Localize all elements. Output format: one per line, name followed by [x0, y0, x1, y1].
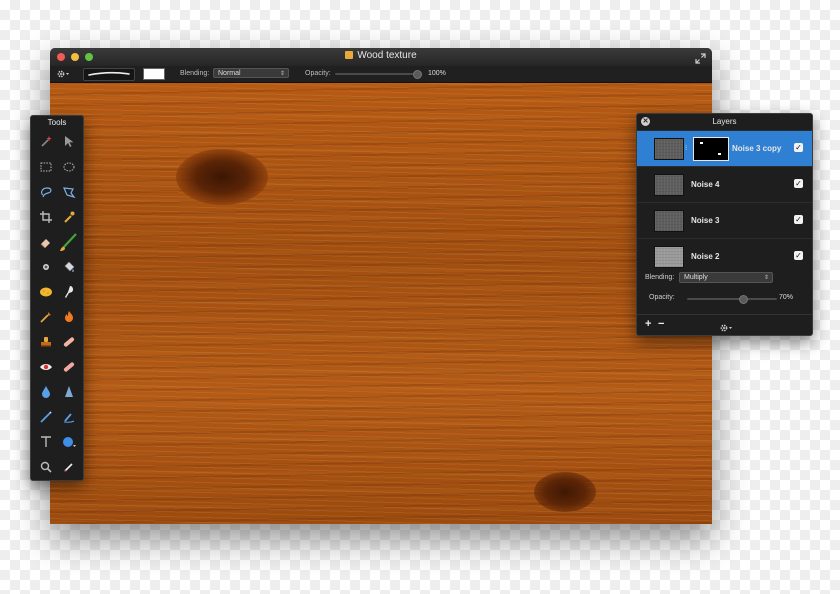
brush-preview[interactable]: [83, 68, 135, 81]
layer-opacity-knob[interactable]: [739, 295, 748, 304]
add-layer-button[interactable]: +: [645, 318, 651, 330]
blending-select-value: Normal: [218, 70, 241, 77]
blending-label: Blending:: [180, 70, 210, 77]
layer-blending-label: Blending:: [645, 274, 675, 281]
layer-name: Noise 2: [691, 252, 720, 261]
eraser-icon[interactable]: [34, 229, 57, 254]
layers-panel-header[interactable]: ✕ Layers: [637, 114, 812, 130]
gear-icon[interactable]: [56, 69, 70, 81]
opacity-slider-knob[interactable]: [413, 70, 422, 79]
freeform-pen-icon[interactable]: [57, 404, 80, 429]
opacity-slider[interactable]: [335, 70, 422, 79]
healing-bandage-icon[interactable]: [57, 329, 80, 354]
opacity-label: Opacity:: [305, 70, 331, 77]
layers-panel-title: Layers: [712, 117, 737, 126]
ellipse-select-icon[interactable]: [57, 154, 80, 179]
mask-mark: [700, 142, 703, 144]
visibility-checkbox[interactable]: ✓: [794, 251, 803, 260]
layer-opacity-value: 70%: [778, 294, 793, 301]
flame-icon[interactable]: [57, 304, 80, 329]
crop-icon[interactable]: [34, 204, 57, 229]
paint-bucket-icon[interactable]: [57, 254, 80, 279]
sharpen-icon[interactable]: [34, 254, 57, 279]
layer-thumbnail: [654, 138, 684, 160]
title-bar[interactable]: Wood texture: [50, 48, 712, 66]
opacity-value: 100%: [428, 70, 446, 77]
visibility-checkbox[interactable]: ✓: [794, 215, 803, 224]
layer-thumbnail: [654, 174, 684, 196]
tool-grid: [34, 129, 80, 479]
layer-row[interactable]: Noise 4 ✓: [637, 166, 812, 202]
layer-row[interactable]: ⁝ Noise 3 copy ✓: [637, 130, 812, 166]
layer-opacity-slider[interactable]: [687, 295, 777, 304]
select-arrows-icon: ⇕: [763, 275, 769, 281]
layers-footer: + −: [637, 314, 812, 335]
red-eye-icon[interactable]: [34, 354, 57, 379]
layer-thumbnail: [654, 246, 684, 268]
options-toolbar: Blending: Normal ⇕ Opacity: 100%: [50, 66, 712, 83]
layer-row[interactable]: Noise 3 ✓: [637, 202, 812, 238]
select-arrows-icon: ⇕: [279, 71, 285, 77]
polygon-lasso-icon[interactable]: [57, 179, 80, 204]
lasso-icon[interactable]: [34, 179, 57, 204]
sponge-icon[interactable]: [34, 279, 57, 304]
visibility-checkbox[interactable]: ✓: [794, 143, 803, 152]
rect-select-icon[interactable]: [34, 154, 57, 179]
remove-layer-button[interactable]: −: [658, 318, 664, 330]
zoom-icon[interactable]: [34, 454, 57, 479]
window-title: Wood texture: [50, 50, 712, 61]
chain-link-icon: ⁝: [685, 145, 688, 152]
image-canvas[interactable]: [50, 83, 712, 524]
layer-row[interactable]: Noise 2 ✓: [637, 238, 812, 274]
soft-eraser-icon[interactable]: [57, 354, 80, 379]
sharpen-cone-icon[interactable]: [57, 379, 80, 404]
layer-blending-value: Multiply: [684, 274, 708, 281]
document-icon: [345, 51, 354, 59]
color-swatch[interactable]: [143, 68, 165, 80]
gear-icon[interactable]: [719, 320, 733, 338]
paintbrush-icon[interactable]: [57, 229, 80, 254]
layer-name: Noise 4: [691, 180, 720, 189]
eyedropper-icon[interactable]: [57, 204, 80, 229]
wood-knot: [534, 472, 596, 512]
layer-blending-select[interactable]: Multiply ⇕: [679, 272, 773, 283]
blending-select[interactable]: Normal ⇕: [213, 68, 289, 78]
mask-mark: [718, 153, 721, 155]
layer-name: Noise 3 copy: [732, 144, 782, 153]
shape-tool-icon[interactable]: [57, 429, 80, 454]
tools-palette-title: Tools: [47, 118, 67, 127]
move-arrow-icon[interactable]: [57, 129, 80, 154]
visibility-checkbox[interactable]: ✓: [794, 179, 803, 188]
color-picker-brush-icon[interactable]: [57, 454, 80, 479]
layer-mask-thumbnail[interactable]: [693, 137, 729, 161]
layer-name: Noise 3: [691, 216, 720, 225]
pen-icon[interactable]: [34, 404, 57, 429]
tools-palette: Tools: [30, 115, 84, 481]
blur-drop-icon[interactable]: [34, 379, 57, 404]
layer-thumbnail: [654, 210, 684, 232]
window-title-text: Wood texture: [357, 50, 417, 61]
document-window: Wood texture Blending: Normal ⇕ Opacity:…: [50, 48, 712, 524]
layers-panel: ✕ Layers ⁝ Noise 3 copy ✓ Noise 4 ✓ Nois…: [636, 113, 813, 336]
text-tool-icon[interactable]: [34, 429, 57, 454]
burn-icon[interactable]: [34, 304, 57, 329]
wood-knot: [176, 149, 268, 205]
stamp-icon[interactable]: [34, 329, 57, 354]
layer-opacity-label: Opacity:: [649, 294, 675, 301]
magic-wand-icon[interactable]: [34, 129, 57, 154]
smudge-icon[interactable]: [57, 279, 80, 304]
